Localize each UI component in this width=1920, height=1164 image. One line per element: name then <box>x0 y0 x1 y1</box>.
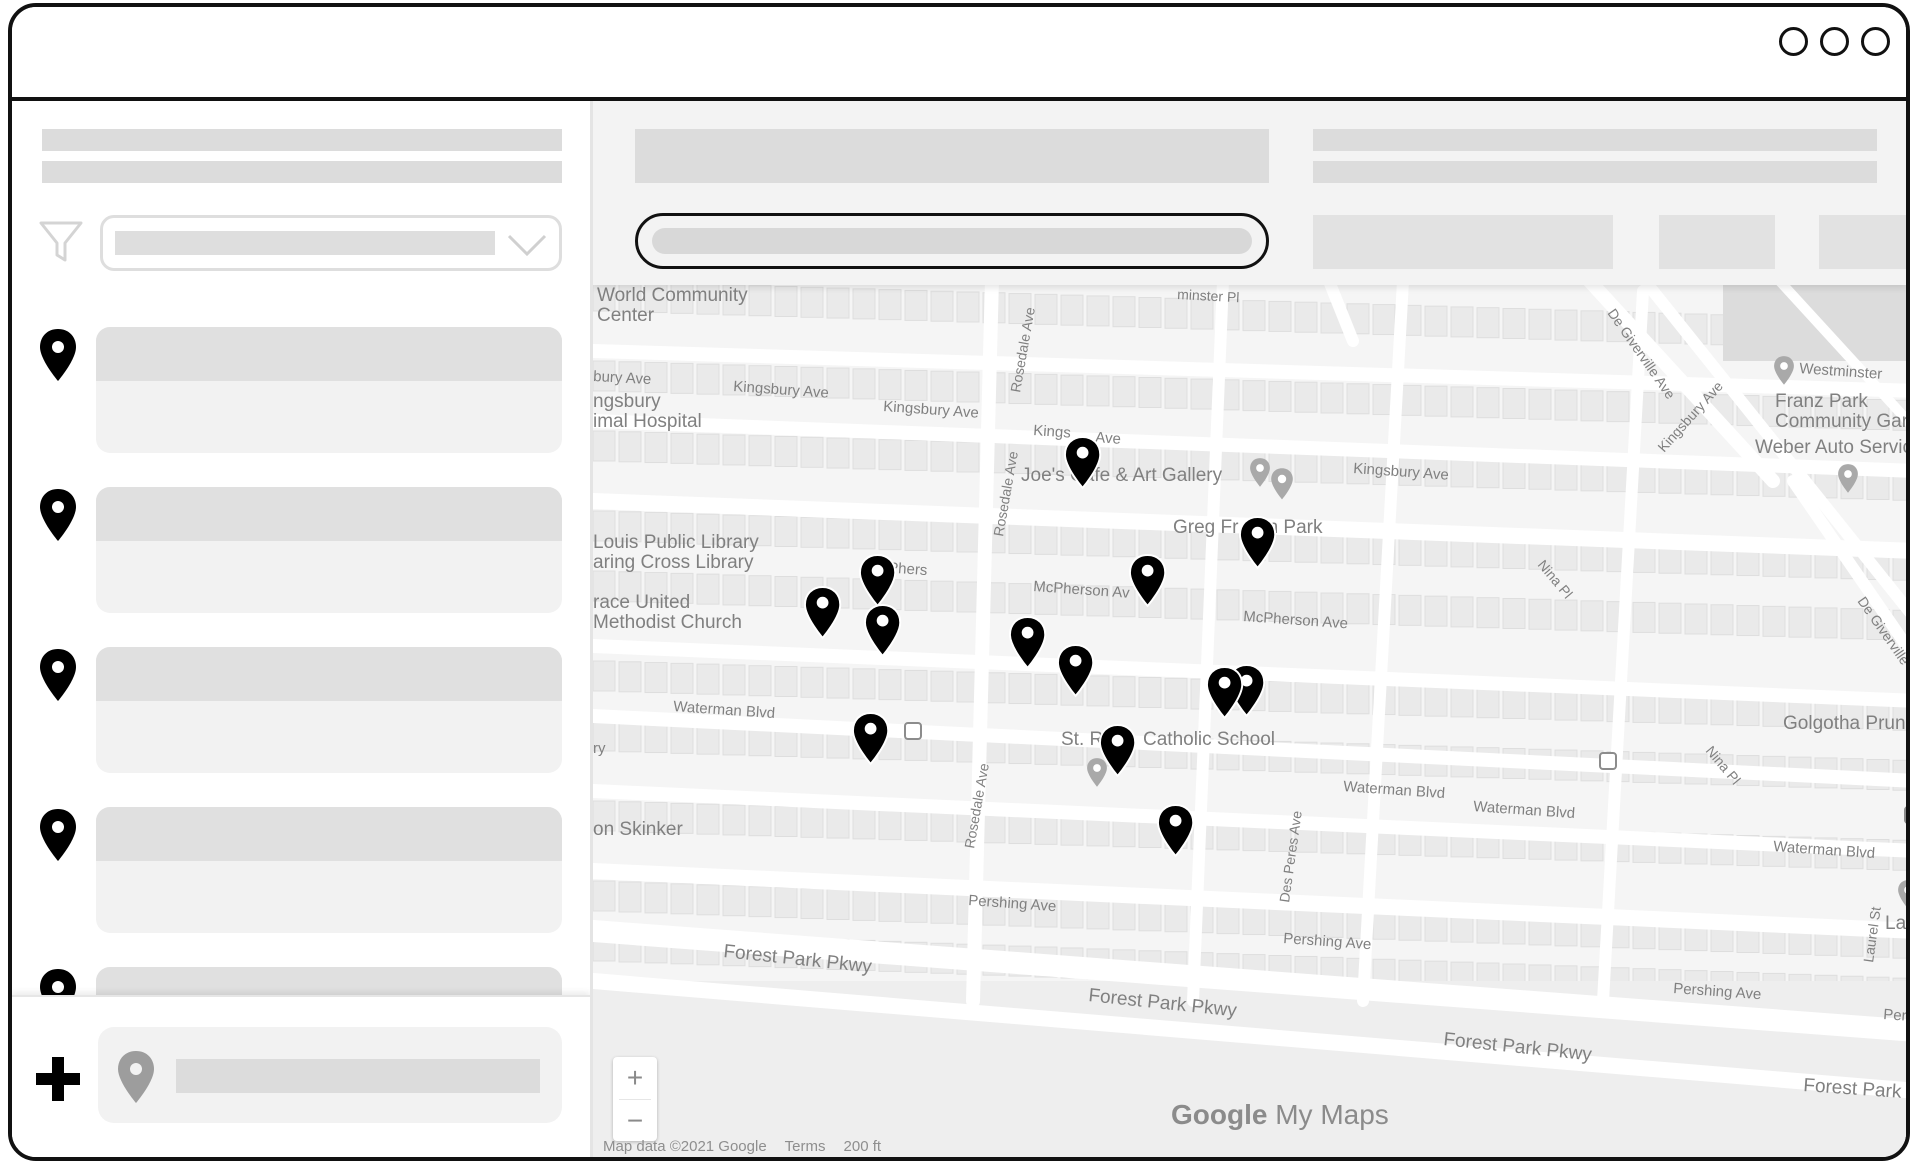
add-location-placeholder <box>176 1059 540 1093</box>
location-pin-icon <box>118 1051 154 1103</box>
sidebar-footer <box>12 995 590 1157</box>
map-label-golgotha: Golgotha Prune <box>1783 713 1906 734</box>
sidebar <box>12 101 590 1157</box>
google-my-maps-logo: Google My Maps <box>1171 1099 1389 1131</box>
sidebar-subtitle-placeholder <box>42 161 562 183</box>
map-label-library-1: Louis Public Library <box>593 532 759 553</box>
map-label-church-1: race United <box>593 592 690 613</box>
map-label-joes-cafe: Joe's Cafe & Art Gallery <box>1021 465 1223 486</box>
map-label-pershing-4: Persh <box>1883 1006 1906 1026</box>
zoom-controls: + − <box>613 1057 657 1141</box>
transit-stop-icon[interactable] <box>1904 806 1906 824</box>
map-label-franz-park-1: Franz Park <box>1775 391 1868 412</box>
window-control-2[interactable] <box>1820 27 1849 56</box>
toolbar-button-3[interactable] <box>1819 215 1906 269</box>
window-control-1[interactable] <box>1779 27 1808 56</box>
map-label-church-2: Methodist Church <box>593 612 742 633</box>
map-label-animal-hospital: imal Hospital <box>593 411 702 432</box>
add-location-input[interactable] <box>98 1027 562 1123</box>
map-label-school-2: Catholic School <box>1143 729 1275 750</box>
map-toolbar <box>593 101 1906 285</box>
list-item[interactable] <box>96 647 562 773</box>
sidebar-title-placeholder <box>42 129 562 151</box>
app-window: World Community Center minster Pl bury Ave K… <box>8 3 1910 1161</box>
map-title-placeholder <box>635 129 1269 183</box>
title-bar <box>12 7 1906 101</box>
map-info-placeholder-2 <box>1313 161 1877 183</box>
map-panel: World Community Center minster Pl bury Ave K… <box>590 101 1906 1157</box>
toolbar-button-1[interactable] <box>1313 215 1613 269</box>
map-label-center: Center <box>597 305 655 326</box>
toolbar-button-2[interactable] <box>1659 215 1775 269</box>
filter-dropdown-value <box>115 231 495 255</box>
map-search-input[interactable] <box>635 213 1269 269</box>
logo-my-maps: My Maps <box>1275 1099 1389 1130</box>
location-pin-icon <box>40 329 76 381</box>
filter-icon[interactable] <box>38 219 84 265</box>
chevron-down-icon <box>507 234 547 257</box>
map-label-ngsbury: ngsbury <box>593 391 661 412</box>
list-item[interactable] <box>96 327 562 453</box>
transit-stop-icon[interactable] <box>904 722 922 740</box>
location-pin-icon <box>40 489 76 541</box>
transit-stop-icon[interactable] <box>1599 752 1617 770</box>
zoom-in-button[interactable]: + <box>613 1057 657 1099</box>
filter-dropdown[interactable] <box>100 215 562 271</box>
map-label-ry: ry <box>593 740 606 757</box>
list-item[interactable] <box>96 807 562 933</box>
map-label-laur: Laur <box>1885 913 1906 934</box>
location-pin-icon <box>40 649 76 701</box>
window-control-3[interactable] <box>1861 27 1890 56</box>
map-label-weber-auto: Weber Auto Service <box>1755 437 1906 458</box>
map-label-greg-park-1: Greg Fr <box>1173 517 1239 538</box>
attribution-data: Map data ©2021 Google <box>603 1137 767 1155</box>
map-label-minster-pl: minster Pl <box>1177 286 1240 305</box>
map-label-bury-ave: bury Ave <box>593 368 652 388</box>
add-icon[interactable] <box>34 1055 82 1103</box>
map-label-kingsbury-3: Kings <box>1033 422 1072 442</box>
map-label-library-2: aring Cross Library <box>593 552 754 573</box>
map-label-school-1: St. R <box>1061 729 1103 750</box>
list-item[interactable] <box>96 487 562 613</box>
map-label-skinker: on Skinker <box>593 819 683 840</box>
logo-google: Google <box>1171 1099 1268 1130</box>
attribution-terms[interactable]: Terms <box>785 1138 826 1155</box>
attribution-scale: 200 ft <box>843 1137 882 1155</box>
map-attribution: Map data ©2021 Google Terms 200 ft <box>593 1135 881 1157</box>
location-pin-icon <box>40 809 76 861</box>
map-label-world-community: World Community <box>597 285 748 306</box>
map-label-franz-park-2: Community Gard <box>1775 411 1906 432</box>
map-info-placeholder-1 <box>1313 129 1877 151</box>
